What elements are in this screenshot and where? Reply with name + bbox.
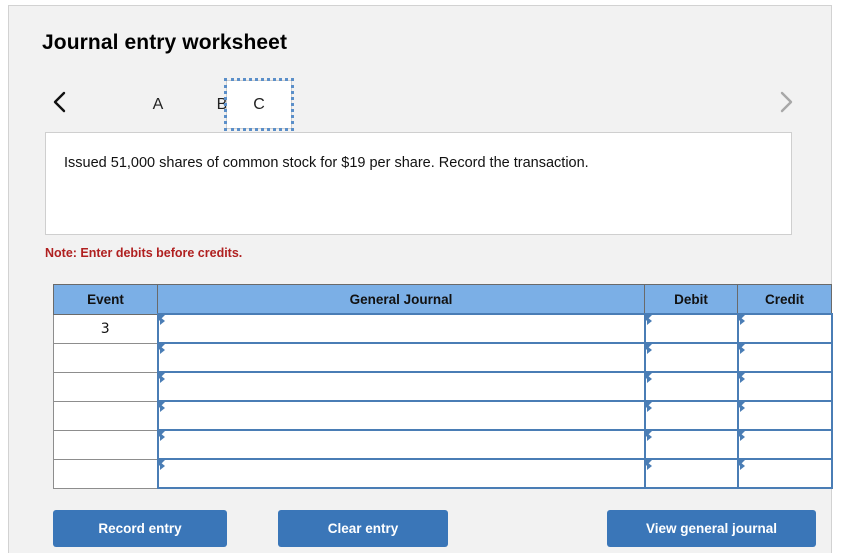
clear-entry-button[interactable]: Clear entry [278,510,448,547]
cell-debit[interactable] [643,313,739,344]
table-row [53,400,833,431]
journal-entry-table: Event General Journal Debit Credit 3 [53,284,833,489]
column-header-event: Event [53,284,158,315]
cell-event [53,342,158,373]
table-row [53,371,833,402]
cell-general-journal[interactable] [156,371,646,402]
chevron-left-icon[interactable] [42,76,76,128]
cell-general-journal[interactable] [156,458,646,489]
cell-general-journal[interactable] [156,400,646,431]
cell-general-journal[interactable] [156,429,646,460]
cell-debit[interactable] [643,400,739,431]
cell-credit[interactable] [736,342,833,373]
tab-a-label: A [152,95,164,113]
column-header-credit: Credit [737,284,832,315]
worksheet-tab-strip: A B C [42,76,802,133]
table-row [53,429,833,460]
column-header-general-journal: General Journal [157,284,645,315]
cell-credit[interactable] [736,458,833,489]
page-title: Journal entry worksheet [42,31,288,54]
cell-debit[interactable] [643,458,739,489]
cell-credit[interactable] [736,429,833,460]
table-header-row: Event General Journal Debit Credit [53,284,832,315]
cell-event [53,429,158,460]
cell-credit[interactable] [736,371,833,402]
cell-debit[interactable] [643,371,739,402]
transaction-description-panel: Issued 51,000 shares of common stock for… [45,132,792,235]
cell-debit[interactable] [643,429,739,460]
view-general-journal-button[interactable]: View general journal [607,510,816,547]
cell-event [53,400,158,431]
debits-before-credits-note: Note: Enter debits before credits. [45,246,243,260]
cell-credit[interactable] [736,313,833,344]
cell-general-journal[interactable] [156,313,646,344]
cell-event: 3 [53,313,158,344]
record-entry-button[interactable]: Record entry [53,510,227,547]
cell-debit[interactable] [643,342,739,373]
cell-general-journal[interactable] [156,342,646,373]
tab-c[interactable]: C [224,78,294,131]
transaction-description-text: Issued 51,000 shares of common stock for… [64,155,589,171]
column-header-debit: Debit [644,284,738,315]
tab-c-label: C [253,95,265,113]
cell-event [53,371,158,402]
table-row [53,458,833,489]
table-row [53,342,833,373]
cell-event [53,458,158,489]
cell-credit[interactable] [736,400,833,431]
tab-a[interactable]: A [134,80,182,129]
chevron-right-icon[interactable] [768,76,802,128]
table-row: 3 [53,313,833,344]
journal-entry-worksheet-panel: Journal entry worksheet A B C Issued 51,… [8,5,833,553]
